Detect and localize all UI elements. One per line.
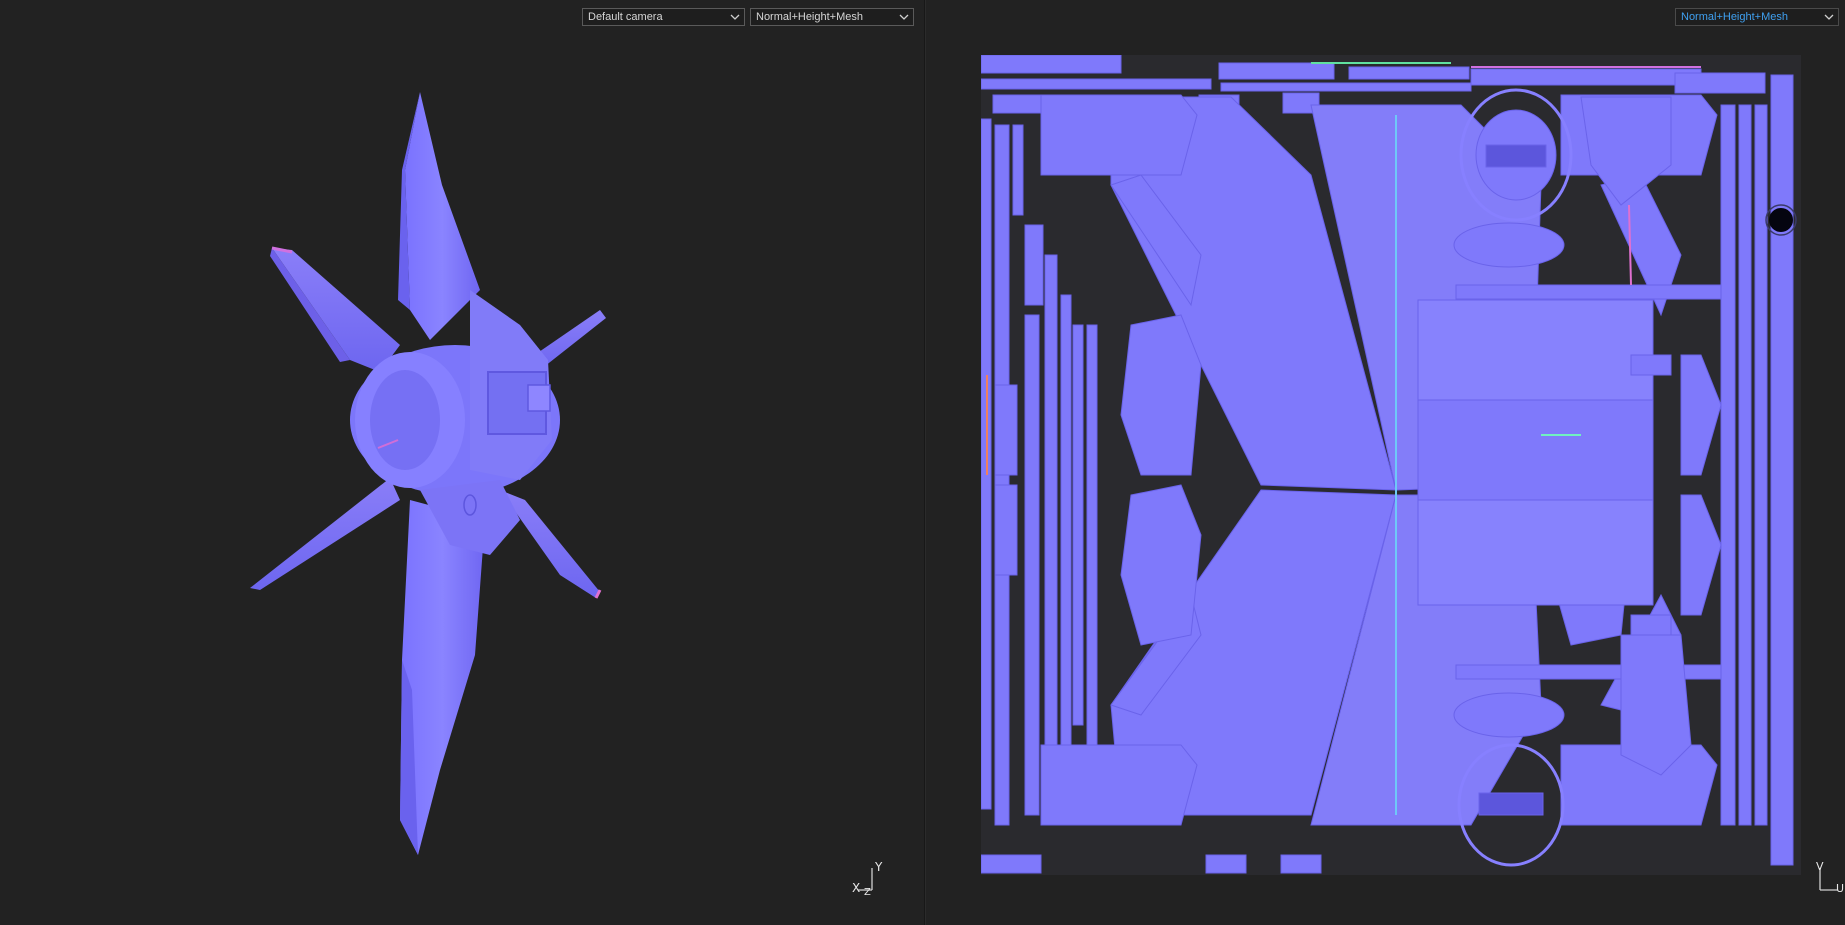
axis-gizmo-2d: V U bbox=[1810, 860, 1845, 900]
axis-u-label: U bbox=[1836, 882, 1845, 895]
axis-z-label: Z bbox=[864, 887, 871, 898]
axis-gizmo-3d: X Y Z bbox=[852, 860, 892, 900]
render-mode-value-2d: Normal+Height+Mesh bbox=[1681, 11, 1788, 23]
render-mode-dropdown-2d[interactable]: Normal+Height+Mesh bbox=[1675, 8, 1839, 26]
axis-v-label: V bbox=[1816, 860, 1824, 873]
viewport-2d[interactable]: Normal+Height+Mesh V U bbox=[926, 0, 1845, 925]
axis-y-label: Y bbox=[875, 860, 883, 874]
axis-x-label: X bbox=[852, 881, 861, 895]
model-3d-render[interactable] bbox=[0, 0, 924, 925]
chevron-down-icon bbox=[1824, 14, 1834, 20]
uv-texture-map[interactable] bbox=[981, 55, 1801, 875]
viewport-3d[interactable]: Default camera Normal+Height+Mesh X Y Z bbox=[0, 0, 924, 925]
